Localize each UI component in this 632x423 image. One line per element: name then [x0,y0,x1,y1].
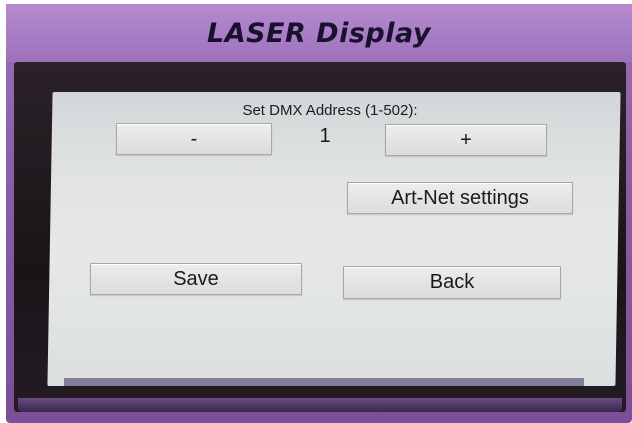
artnet-settings-button[interactable]: Art-Net settings [347,182,573,214]
screen-bottom-shadow [64,378,584,386]
dmx-address-value: 1 [319,125,331,147]
device-title: LASER Display [207,17,431,49]
bezel-bottom-edge [18,398,622,412]
dmx-increment-button[interactable]: + [385,124,547,156]
laser-display-device: LASER Display Set DMX Address (1-502): -… [0,0,632,423]
dmx-decrement-button[interactable]: - [116,123,272,155]
save-button[interactable]: Save [90,263,302,295]
dmx-address-label: Set DMX Address (1-502): [242,102,418,119]
back-button[interactable]: Back [343,266,561,299]
title-bar: LASER Display [6,4,632,62]
